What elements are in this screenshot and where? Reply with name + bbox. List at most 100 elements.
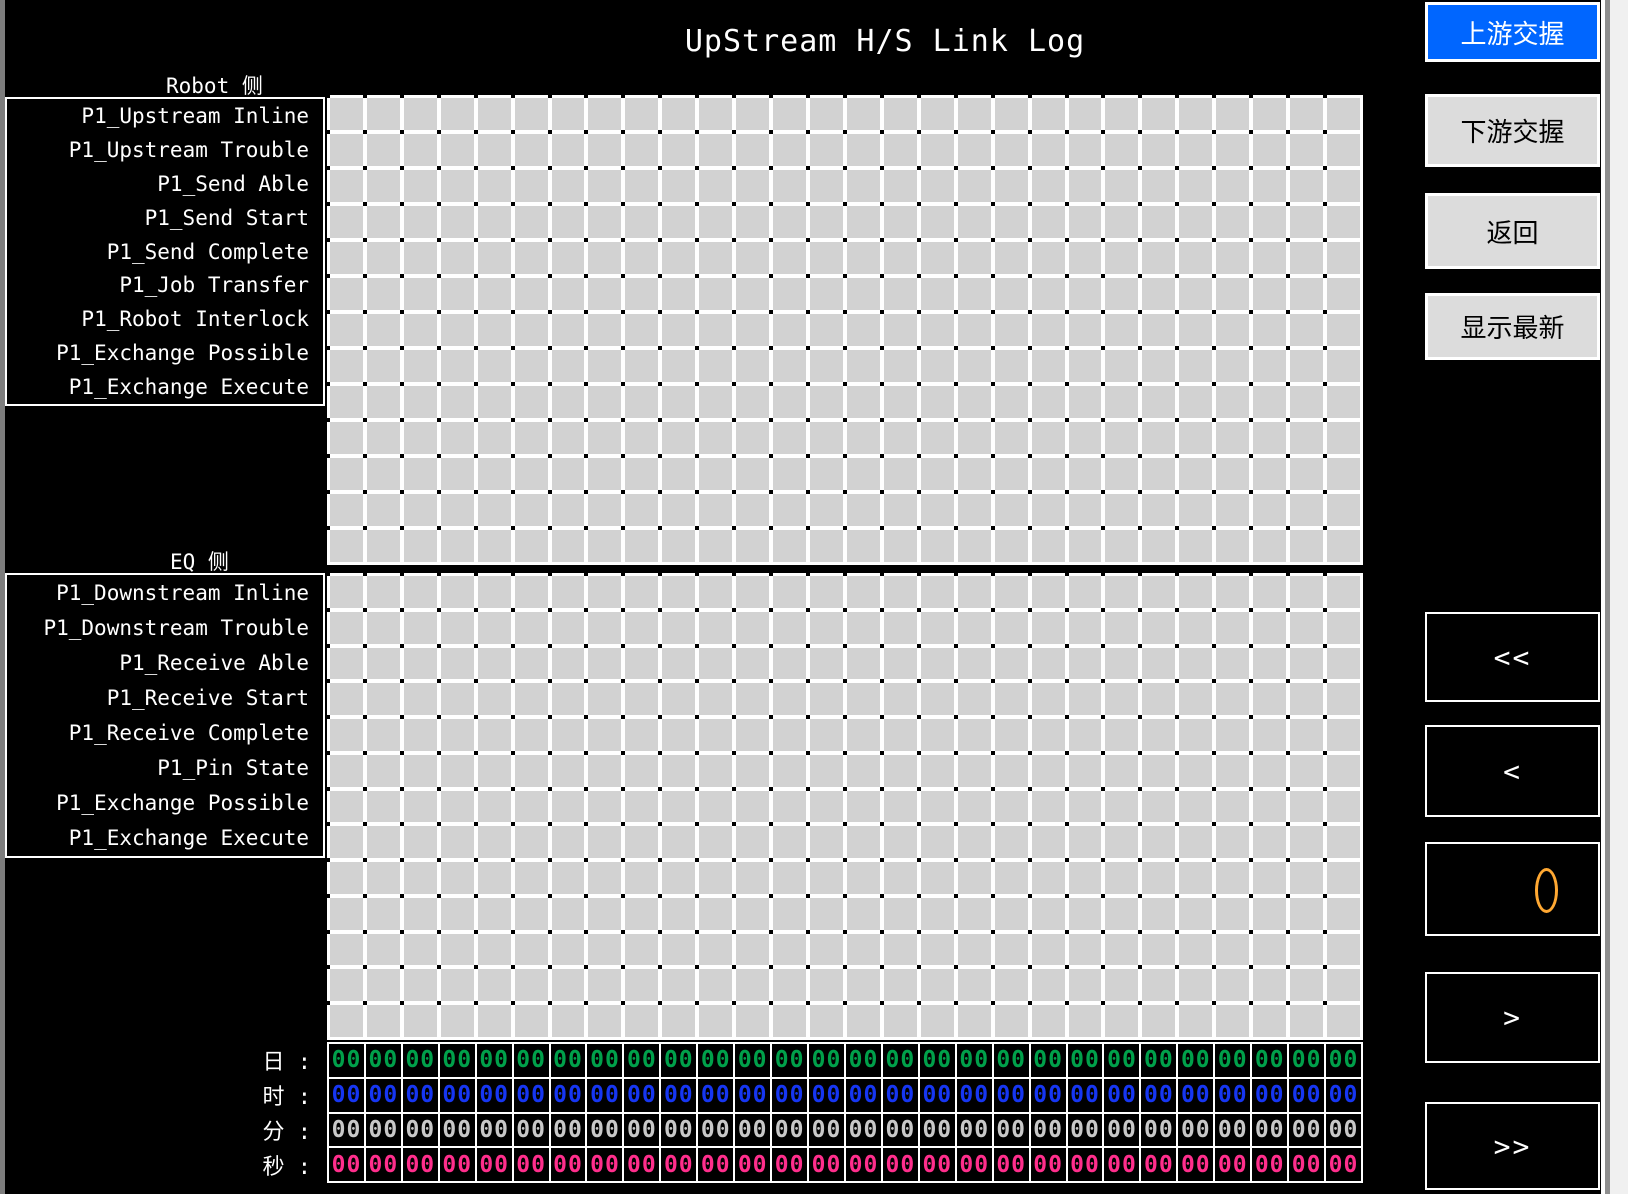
log-grid-cell [847, 683, 880, 715]
timestamp-cell: 00 [883, 1114, 918, 1147]
log-grid-cell [810, 969, 843, 1001]
log-grid-cell [847, 719, 880, 751]
log-grid-cell [588, 170, 621, 202]
timestamp-cell: 00 [1178, 1044, 1213, 1077]
log-grid-cell [995, 242, 1028, 274]
log-grid-cell [1327, 350, 1360, 382]
log-grid-cell [1069, 422, 1102, 454]
right-edge-panel [1610, 0, 1628, 1194]
downstream-handshake-button[interactable]: 下游交握 [1425, 94, 1600, 167]
timestamp-cell: 00 [366, 1148, 401, 1181]
timestamp-cell: 00 [1326, 1079, 1361, 1112]
log-grid-cell [588, 530, 621, 562]
log-grid-cell [958, 242, 991, 274]
log-grid-cell [1290, 350, 1323, 382]
log-grid-cell [515, 386, 548, 418]
log-grid-cell [441, 206, 474, 238]
log-grid-cell [404, 134, 437, 166]
log-grid-cell [699, 862, 732, 894]
backward-button[interactable]: < [1425, 725, 1600, 817]
log-grid-cell [478, 755, 511, 787]
log-grid-cell [625, 422, 658, 454]
log-grid-cell [773, 791, 806, 823]
timestamp-cell: 00 [661, 1114, 696, 1147]
log-grid-cell [1327, 206, 1360, 238]
log-grid-cell [478, 934, 511, 966]
log-grid-cell [1253, 576, 1286, 608]
eq-log-grid [327, 573, 1363, 1040]
log-grid-cell [1327, 458, 1360, 490]
timestamp-cell: 00 [957, 1114, 992, 1147]
log-grid-cell [478, 422, 511, 454]
timestamp-cell: 00 [1141, 1148, 1176, 1181]
forward-button[interactable]: > [1425, 972, 1600, 1063]
log-grid-cell [995, 576, 1028, 608]
timestamp-cell: 00 [1141, 1044, 1176, 1077]
log-grid-cell [1142, 576, 1175, 608]
log-grid-cell [995, 826, 1028, 858]
log-grid-cell [588, 826, 621, 858]
log-grid-cell [995, 934, 1028, 966]
log-grid-cell [1290, 242, 1323, 274]
fast-forward-button[interactable]: >> [1425, 1102, 1600, 1190]
log-grid-cell [662, 314, 695, 346]
log-grid-cell [921, 134, 954, 166]
timestamp-row-label: 时 : [225, 1077, 315, 1112]
log-grid-cell [884, 612, 917, 644]
robot-signal-label: P1_Upstream Trouble [7, 133, 323, 167]
eq-signal-label: P1_Receive Start [7, 680, 323, 715]
timestamp-cell: 00 [735, 1114, 770, 1147]
log-grid-cell [958, 458, 991, 490]
log-grid-cell [1179, 791, 1212, 823]
log-grid-cell [588, 494, 621, 526]
fast-backward-button[interactable]: << [1425, 612, 1600, 702]
log-grid-cell [1069, 206, 1102, 238]
timestamp-cell: 00 [329, 1114, 364, 1147]
log-grid-cell [1216, 422, 1249, 454]
log-grid-cell [773, 386, 806, 418]
log-grid-cell [662, 576, 695, 608]
log-grid-cell [1142, 969, 1175, 1001]
log-grid-cell [552, 206, 585, 238]
log-grid-cell [1216, 206, 1249, 238]
log-grid-cell [1142, 648, 1175, 680]
log-grid-cell [1253, 683, 1286, 715]
timestamp-cell: 00 [366, 1079, 401, 1112]
log-grid-cell [995, 350, 1028, 382]
log-grid-cell [847, 98, 880, 130]
orange-oval-icon [1535, 868, 1558, 913]
log-grid-cell [884, 422, 917, 454]
log-grid-cell [736, 969, 769, 1001]
log-grid-cell [1032, 458, 1065, 490]
timestamp-cell: 00 [1289, 1044, 1324, 1077]
timestamp-cell: 00 [698, 1079, 733, 1112]
show-latest-button[interactable]: 显示最新 [1425, 293, 1600, 360]
log-grid-cell [367, 422, 400, 454]
log-grid-cell [1216, 170, 1249, 202]
log-grid-cell [515, 648, 548, 680]
log-grid-cell [847, 791, 880, 823]
log-grid-cell [404, 386, 437, 418]
log-grid-cell [1142, 458, 1175, 490]
upstream-handshake-button[interactable]: 上游交握 [1425, 2, 1600, 62]
log-grid-cell [1216, 242, 1249, 274]
log-grid-cell [773, 350, 806, 382]
log-grid-cell [588, 934, 621, 966]
log-grid-cell [1253, 791, 1286, 823]
log-grid-cell [1253, 98, 1286, 130]
log-grid-cell [1105, 170, 1138, 202]
log-grid-cell [662, 755, 695, 787]
timestamp-cell: 00 [1068, 1044, 1103, 1077]
log-grid-cell [367, 648, 400, 680]
log-grid-cell [1142, 791, 1175, 823]
timestamp-cell: 00 [551, 1079, 586, 1112]
log-grid-cell [1105, 969, 1138, 1001]
back-button[interactable]: 返回 [1425, 193, 1600, 269]
log-grid-cell [1253, 386, 1286, 418]
timestamp-cell: 00 [403, 1079, 438, 1112]
log-grid-cell [736, 242, 769, 274]
log-grid-cell [1105, 350, 1138, 382]
marker-button[interactable] [1425, 842, 1600, 936]
log-grid-cell [921, 530, 954, 562]
log-grid-cell [1179, 826, 1212, 858]
